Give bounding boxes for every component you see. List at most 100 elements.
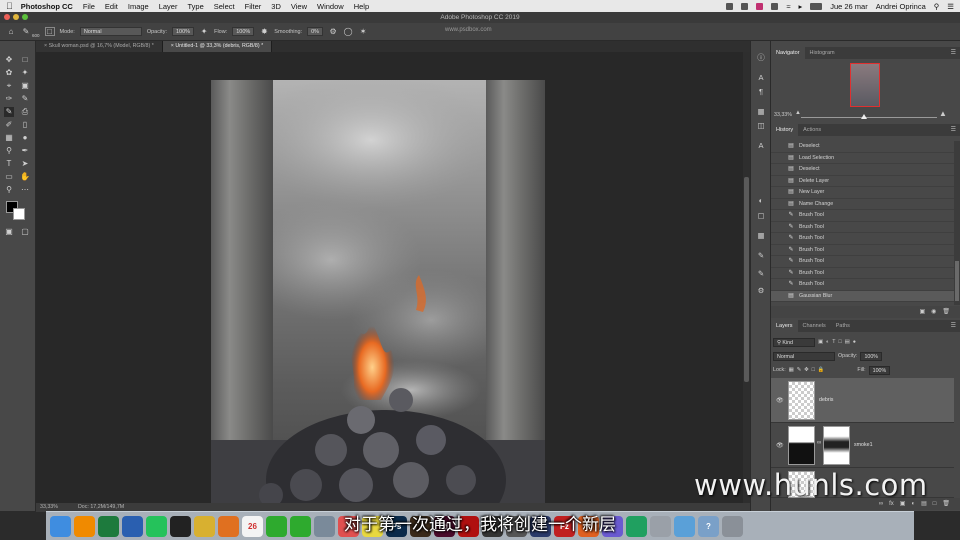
menubar-datetime[interactable]: Jue 26 mar: [830, 2, 868, 11]
status-icon[interactable]: [726, 2, 734, 10]
tab-paths[interactable]: Paths: [831, 320, 855, 332]
filter-adjustment-icon[interactable]: ◐: [826, 339, 829, 345]
tool-presets-icon[interactable]: ⚙: [756, 286, 766, 296]
status-icon[interactable]: [771, 2, 779, 10]
shape-tool-icon[interactable]: ▭: [4, 172, 14, 182]
whatsapp-icon[interactable]: [146, 515, 167, 537]
layer-mask-thumbnail[interactable]: [823, 426, 850, 465]
status-icon[interactable]: [741, 2, 749, 10]
filter-toggle-icon[interactable]: ●: [853, 339, 856, 345]
document-canvas[interactable]: [211, 80, 545, 503]
zoom-window-button[interactable]: [22, 14, 28, 20]
notification-center-icon[interactable]: ☰: [947, 2, 954, 11]
layer-kind-filter[interactable]: ⚲ Kind: [773, 337, 815, 347]
opacity-input[interactable]: 100%: [172, 27, 195, 36]
history-item[interactable]: ✎ Brush Tool: [771, 233, 954, 245]
menu-type[interactable]: Type: [187, 2, 203, 11]
tab-actions[interactable]: Actions: [798, 124, 826, 136]
lock-all-icon[interactable]: 🔒: [818, 367, 825, 373]
lock-transparent-icon[interactable]: ▦: [789, 367, 794, 373]
smoothing-options-icon[interactable]: ⚙: [328, 27, 338, 36]
history-item[interactable]: ▤ Name Change: [771, 199, 954, 210]
paragraph-icon[interactable]: ¶: [756, 87, 766, 97]
brush-preset-icon[interactable]: ✎: [21, 27, 31, 36]
lasso-tool-icon[interactable]: ✿: [4, 68, 14, 78]
filter-type-icon[interactable]: T: [832, 339, 835, 345]
magic-wand-tool-icon[interactable]: ✦: [20, 68, 30, 78]
symmetry-icon[interactable]: ✶: [358, 27, 368, 36]
brushes-panel-icon[interactable]: ✎: [756, 269, 766, 279]
lock-position-icon[interactable]: ✥: [804, 367, 808, 373]
panel-menu-icon[interactable]: ☰: [951, 124, 956, 136]
lock-image-icon[interactable]: ✎: [797, 367, 801, 373]
blur-tool-icon[interactable]: ●: [20, 133, 30, 143]
flow-input[interactable]: 100%: [232, 27, 255, 36]
close-window-button[interactable]: [4, 14, 10, 20]
eyedropper-tool-icon[interactable]: ✑: [4, 94, 14, 104]
background-color-swatch[interactable]: [13, 208, 25, 220]
history-item[interactable]: ▤ Deselect: [771, 141, 954, 153]
delete-state-icon[interactable]: 🗑: [942, 306, 950, 318]
tab-channels[interactable]: Channels: [798, 320, 831, 332]
history-item[interactable]: ✎ Brush Tool: [771, 279, 954, 291]
menubar-user[interactable]: Andrei Oprinca: [876, 2, 926, 11]
apple-icon[interactable]: : [6, 1, 13, 11]
swatches-icon[interactable]: ▦: [756, 231, 766, 241]
adjustments-icon[interactable]: ◐: [756, 196, 766, 206]
brush-tool-icon[interactable]: ✎: [4, 107, 14, 117]
scrollbar-thumb[interactable]: [744, 177, 749, 382]
visibility-eye-icon[interactable]: 👁: [776, 397, 784, 404]
vlc-icon[interactable]: [74, 515, 95, 537]
airbrush-icon[interactable]: ✸: [259, 27, 269, 36]
filter-shape-icon[interactable]: □: [838, 339, 841, 345]
history-scrollbar[interactable]: [954, 141, 960, 305]
zoom-tool-icon[interactable]: ⚲: [4, 185, 14, 195]
history-brush-tool-icon[interactable]: ✐: [4, 120, 14, 130]
minimize-window-button[interactable]: [13, 14, 19, 20]
lock-artboard-icon[interactable]: □: [812, 367, 815, 373]
history-item-selected[interactable]: ▤ Gaussian Blur: [771, 290, 954, 302]
history-item[interactable]: ▤ Load Selection: [771, 153, 954, 164]
history-item[interactable]: ▤ Deselect: [771, 164, 954, 176]
status-icon[interactable]: [756, 2, 764, 10]
properties-icon[interactable]: ▦: [756, 107, 766, 117]
menu-image[interactable]: Image: [128, 2, 149, 11]
menu-edit[interactable]: Edit: [105, 2, 118, 11]
history-item[interactable]: ▤ New Layer: [771, 187, 954, 199]
character-icon[interactable]: A: [756, 73, 766, 83]
word-icon[interactable]: [122, 515, 143, 537]
history-item[interactable]: ✎ Brush Tool: [771, 268, 954, 279]
layer-name[interactable]: smoke1: [854, 442, 873, 448]
marquee-tool-icon[interactable]: □: [20, 55, 30, 65]
excel-icon[interactable]: [98, 515, 119, 537]
delete-layer-icon[interactable]: 🗑: [942, 498, 950, 510]
menu-view[interactable]: View: [291, 2, 307, 11]
zoom-in-icon[interactable]: ▲: [939, 109, 947, 118]
menu-help[interactable]: Help: [354, 2, 369, 11]
mode-select[interactable]: Normal: [79, 27, 142, 36]
navigator-zoom-handle[interactable]: [861, 114, 867, 119]
menu-filter[interactable]: Filter: [245, 2, 262, 11]
filter-pixel-icon[interactable]: ▣: [818, 339, 823, 345]
frame-tool-icon[interactable]: ▣: [20, 81, 30, 91]
gradient-tool-icon[interactable]: ▦: [4, 133, 14, 143]
snapshot-icon[interactable]: ◉: [931, 306, 936, 318]
navigator-zoom-value[interactable]: 33,33%: [774, 112, 792, 118]
screen-mode-icon[interactable]: ▢: [20, 227, 30, 237]
new-document-from-state-icon[interactable]: ▣: [919, 306, 925, 318]
canvas-vertical-scrollbar[interactable]: [743, 52, 750, 503]
menu-window[interactable]: Window: [317, 2, 344, 11]
brush-settings-icon[interactable]: □: [44, 27, 55, 36]
navigator-zoom-slider[interactable]: [801, 117, 937, 118]
tab-skull-woman[interactable]: × Skull woman.psd @ 16,7% (Model, RGB/8)…: [36, 41, 163, 52]
more-tools-icon[interactable]: ⋯: [20, 185, 30, 195]
panel-menu-icon[interactable]: ☰: [951, 320, 956, 332]
brush-settings-panel-icon[interactable]: ✎: [756, 251, 766, 261]
move-tool-icon[interactable]: ✥: [4, 55, 14, 65]
menu-select[interactable]: Select: [214, 2, 235, 11]
smoothing-input[interactable]: 0%: [307, 27, 324, 36]
info-icon[interactable]: ⓘ: [756, 53, 766, 63]
history-item[interactable]: ✎ Brush Tool: [771, 256, 954, 268]
filter-smart-object-icon[interactable]: ▤: [845, 339, 850, 345]
spotlight-icon[interactable]: ⚲: [934, 2, 940, 11]
